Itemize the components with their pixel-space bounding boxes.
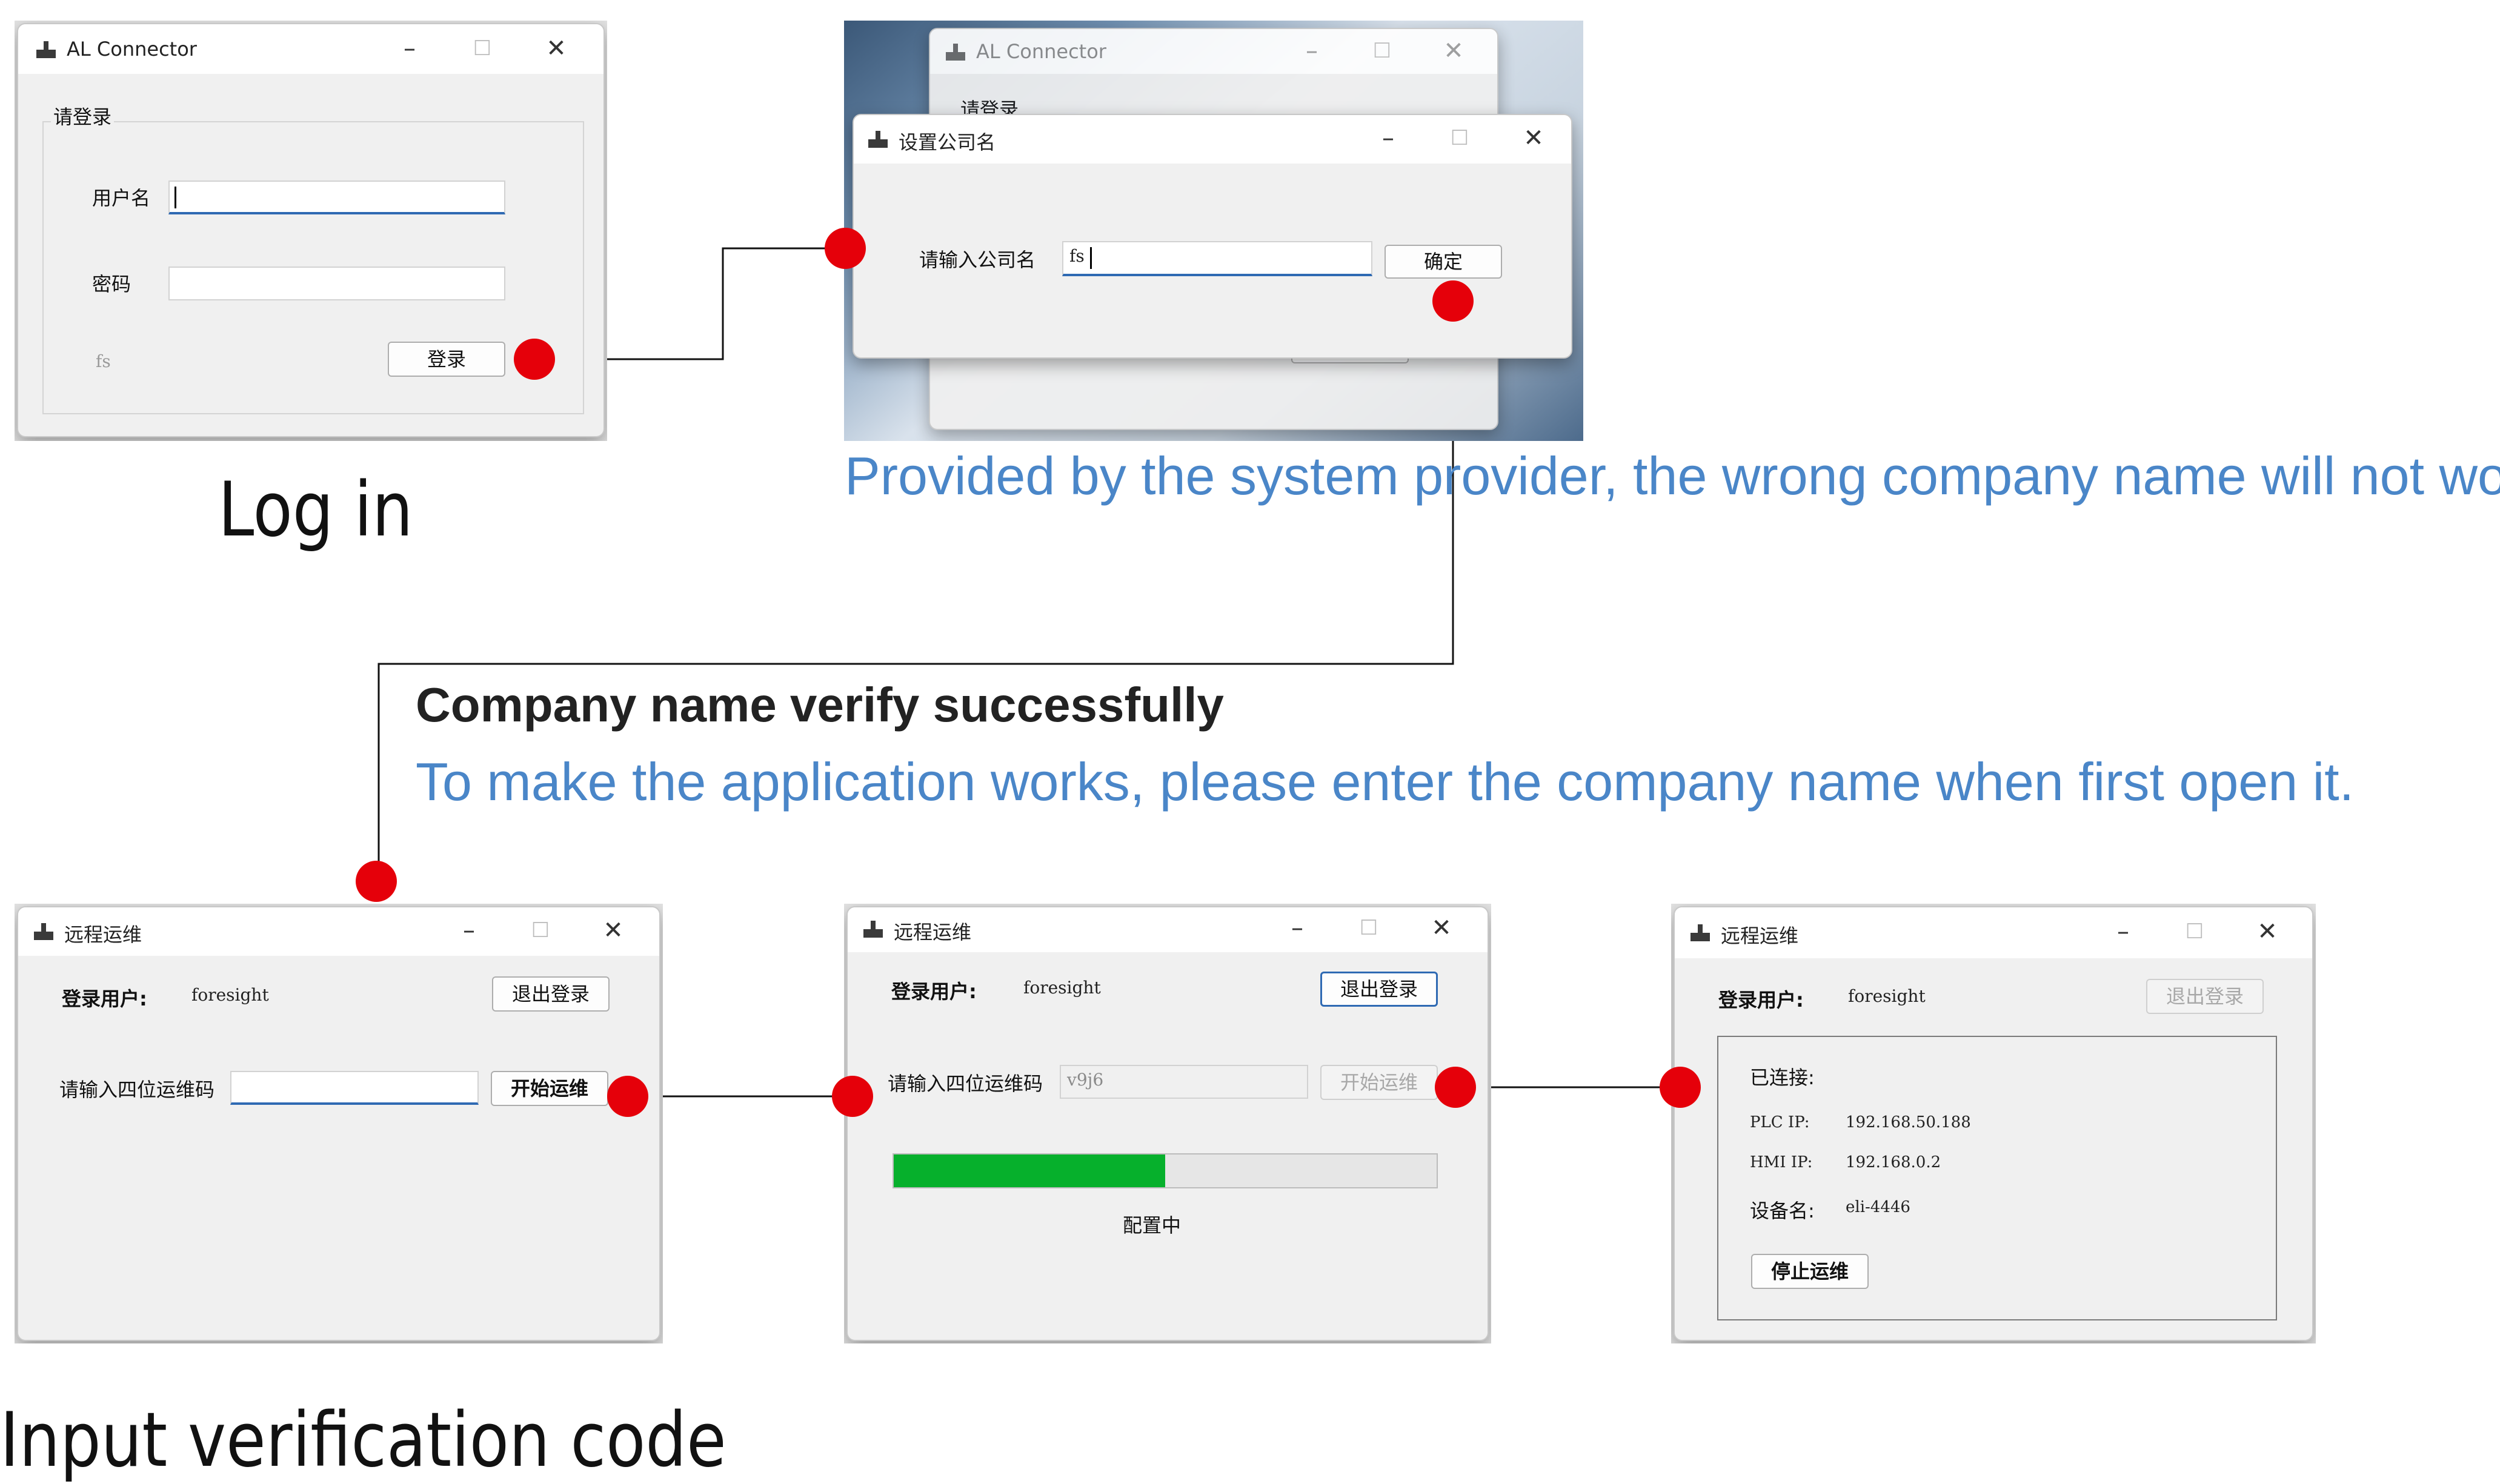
minimize-icon[interactable]: – <box>391 33 428 64</box>
group-title: 请登录 <box>51 102 115 130</box>
window-title: AL Connector <box>67 38 197 61</box>
plc-value: 192.168.50.188 <box>1846 1113 1971 1131</box>
code-label: 请输入四位运维码 <box>888 1072 1043 1095</box>
code-input[interactable] <box>230 1071 479 1105</box>
user-label: 登录用户: <box>891 980 977 1003</box>
maximize-icon[interactable]: ☐ <box>464 33 500 64</box>
company-dialog: 设置公司名 – ☐ ✕ 请输入公司名 fs 确定 <box>853 114 1572 359</box>
title-bar: 远程运维 – ☐ ✕ <box>848 907 1488 952</box>
password-input[interactable] <box>168 267 505 300</box>
marker-company-prompt <box>825 228 866 269</box>
close-icon[interactable]: ✕ <box>595 915 631 946</box>
login-screenshot: AL Connector – ☐ ✕ 请登录 用户名 密码 fs 登录 <box>15 21 607 441</box>
marker-code-field <box>832 1076 873 1117</box>
minimize-icon[interactable]: – <box>1279 912 1315 944</box>
user-label: 登录用户: <box>62 987 147 1010</box>
app-icon <box>34 923 53 940</box>
company-screenshot: AL Connector – ☐ ✕ 请登录 fs 登录 设置公司名 – ☐ ✕… <box>844 21 1583 441</box>
marker-start-button-disabled <box>1435 1067 1476 1108</box>
window-title: 远程运维 <box>1721 924 1799 947</box>
verified-heading: Company name verify successfully <box>416 678 1224 732</box>
app-icon <box>1690 924 1710 941</box>
minimize-icon: – <box>1306 37 1318 65</box>
stop-button[interactable]: 停止运维 <box>1751 1254 1869 1289</box>
app-icon <box>36 41 56 58</box>
app-icon <box>946 44 965 61</box>
logout-button[interactable]: 退出登录 <box>492 976 610 1012</box>
maximize-icon[interactable]: ☐ <box>522 915 559 946</box>
app-icon <box>863 921 883 938</box>
maximize-icon[interactable]: ☐ <box>1351 912 1387 944</box>
marker-connection-panel <box>1660 1067 1701 1108</box>
user-value: foresight <box>1848 986 1926 1006</box>
close-icon[interactable]: ✕ <box>1515 122 1552 154</box>
plc-label: PLC IP: <box>1750 1113 1810 1131</box>
code-value: v9j6 <box>1067 1070 1104 1090</box>
login-caption: Log in <box>218 466 413 554</box>
minimize-icon[interactable]: – <box>1370 122 1406 154</box>
code-input[interactable]: v9j6 <box>1060 1065 1308 1099</box>
remote-screenshot-2: 远程运维 – ☐ ✕ 登录用户: foresight 退出登录 请输入四位运维码… <box>844 904 1491 1343</box>
company-input[interactable]: fs <box>1062 241 1372 276</box>
window-title: 远程运维 <box>64 923 142 946</box>
username-input[interactable] <box>168 181 505 214</box>
title-bar: AL Connector – ☐ ✕ <box>930 29 1497 74</box>
start-button[interactable]: 开始运维 <box>491 1071 608 1106</box>
remote-window-3: 远程运维 – ☐ ✕ 登录用户: foresight 退出登录 已连接: PLC… <box>1674 906 2313 1341</box>
title-bar: 远程运维 – ☐ ✕ <box>1675 907 2312 958</box>
company-prompt: 请输入公司名 <box>919 248 1036 271</box>
connected-label: 已连接: <box>1750 1066 1815 1089</box>
device-label: 设备名: <box>1750 1199 1815 1222</box>
company-input-value: fs <box>1069 246 1085 266</box>
hmi-label: HMI IP: <box>1750 1153 1813 1171</box>
maximize-icon[interactable]: ☐ <box>1441 122 1478 154</box>
company-hint: fs <box>96 351 111 371</box>
title-bar: 设置公司名 – ☐ ✕ <box>854 115 1571 164</box>
password-label: 密码 <box>92 273 131 296</box>
first-open-hint: To make the application works, please en… <box>416 752 2355 812</box>
remote-screenshot-3: 远程运维 – ☐ ✕ 登录用户: foresight 退出登录 已连接: PLC… <box>1671 904 2316 1343</box>
login-window: AL Connector – ☐ ✕ 请登录 用户名 密码 fs 登录 <box>17 23 605 437</box>
marker-start-button <box>607 1076 648 1117</box>
progress-label: 配置中 <box>1123 1214 1182 1237</box>
title-bar: AL Connector – ☐ ✕ <box>18 24 603 74</box>
device-value: eli-4446 <box>1846 1198 1910 1216</box>
remote-screenshot-1: 远程运维 – ☐ ✕ 登录用户: foresight 退出登录 请输入四位运维码… <box>15 904 663 1343</box>
remote-window-1: 远程运维 – ☐ ✕ 登录用户: foresight 退出登录 请输入四位运维码… <box>17 906 660 1341</box>
text-caret <box>175 187 176 208</box>
logout-button[interactable]: 退出登录 <box>1320 972 1438 1007</box>
marker-login-button <box>514 339 555 380</box>
close-icon[interactable]: ✕ <box>538 33 574 64</box>
login-button[interactable]: 登录 <box>388 342 505 377</box>
title-bar: 远程运维 – ☐ ✕ <box>18 907 659 956</box>
close-icon: ✕ <box>1443 37 1464 65</box>
confirm-button[interactable]: 确定 <box>1385 245 1502 279</box>
close-icon[interactable]: ✕ <box>1423 912 1460 944</box>
minimize-icon[interactable]: – <box>451 915 487 946</box>
close-icon[interactable]: ✕ <box>2249 916 2286 947</box>
progress-fill <box>894 1154 1165 1187</box>
maximize-icon: ☐ <box>1372 39 1392 63</box>
progress-bar <box>893 1153 1438 1188</box>
marker-confirm-button <box>1432 280 1474 322</box>
window-title: AL Connector <box>976 40 1106 63</box>
hmi-value: 192.168.0.2 <box>1846 1153 1941 1171</box>
app-icon <box>868 131 888 148</box>
marker-remote-window <box>356 861 397 902</box>
logout-button[interactable]: 退出登录 <box>2146 979 2264 1014</box>
verify-code-caption: Input verification code <box>0 1397 726 1484</box>
start-button[interactable]: 开始运维 <box>1320 1065 1438 1100</box>
text-caret <box>1090 247 1092 269</box>
user-value: foresight <box>191 985 269 1005</box>
username-label: 用户名 <box>92 187 151 210</box>
maximize-icon[interactable]: ☐ <box>2176 916 2213 947</box>
user-value: foresight <box>1023 978 1101 998</box>
dialog-title: 设置公司名 <box>899 131 996 154</box>
minimize-icon[interactable]: – <box>2105 916 2141 947</box>
remote-window-2: 远程运维 – ☐ ✕ 登录用户: foresight 退出登录 请输入四位运维码… <box>846 906 1489 1341</box>
provider-note: Provided by the system provider, the wro… <box>845 446 2500 506</box>
window-title: 远程运维 <box>894 921 972 944</box>
code-label: 请输入四位运维码 <box>59 1078 215 1101</box>
user-label: 登录用户: <box>1718 989 1804 1012</box>
